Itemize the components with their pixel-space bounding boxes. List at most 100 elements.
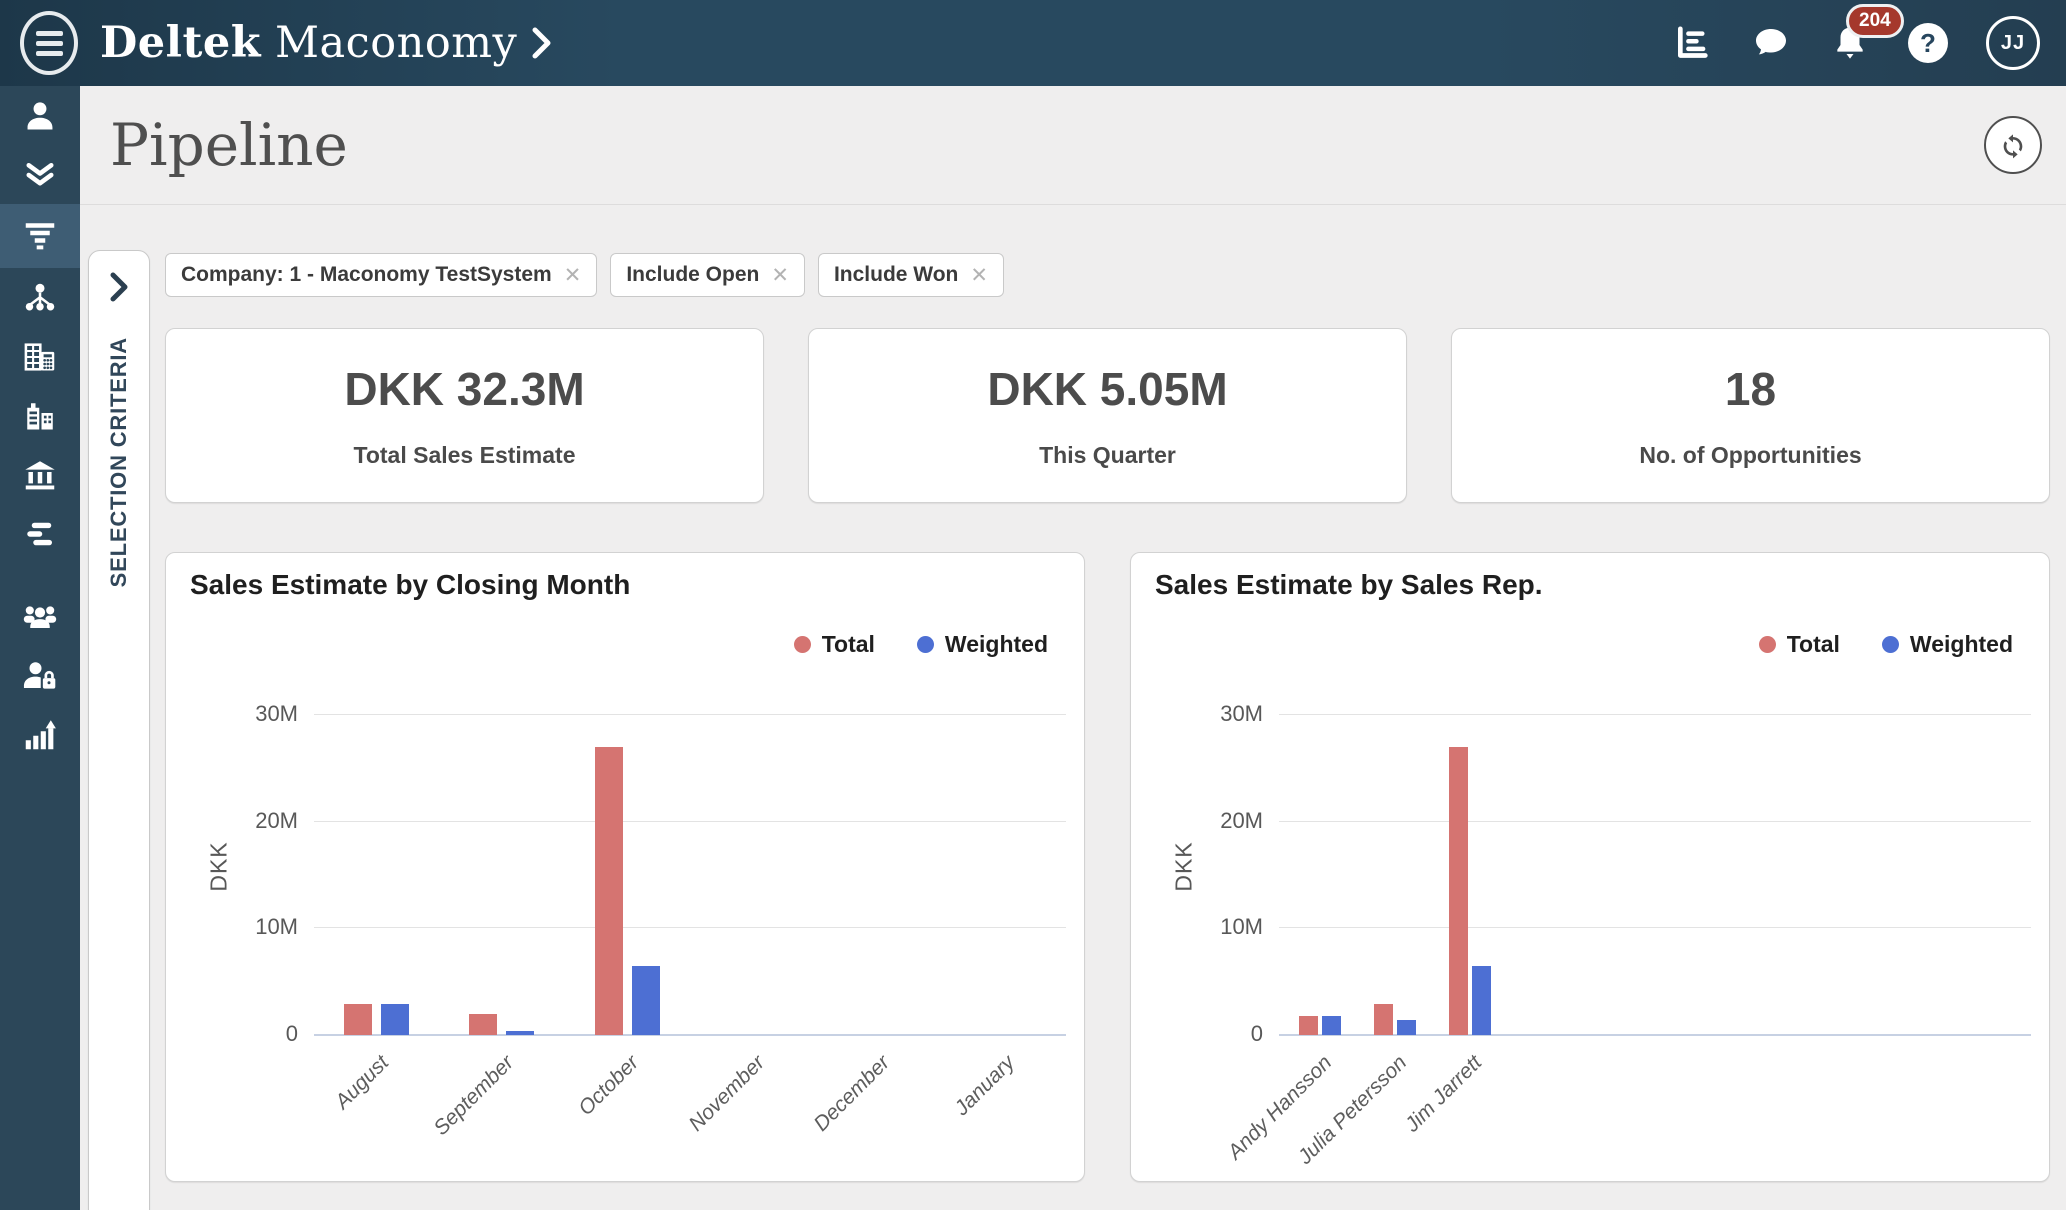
remove-filter-icon[interactable]: ✕ [564,263,582,288]
notification-badge: 204 [1846,4,1904,38]
selection-criteria-panel: SELECTION CRITERIA [88,250,150,1210]
bar-weighted-august[interactable] [381,1004,409,1035]
sidebar [0,86,80,1210]
chip-label: Company: 1 - Maconomy TestSystem [181,263,552,287]
bar-group-august [314,1004,439,1035]
bar-total-julia-petersson[interactable] [1374,1004,1393,1035]
reports-chart-icon[interactable] [1672,23,1712,63]
bar-weighted-october[interactable] [632,966,660,1035]
gridline-20M [1279,821,2031,822]
chevron-right-icon [107,271,131,303]
x-tick-label-november: November [632,1051,769,1182]
bar-total-jim-jarrett[interactable] [1449,747,1468,1035]
brand-primary: Deltek [100,18,261,68]
gridline-30M [1279,714,2031,715]
remove-filter-icon[interactable]: ✕ [970,263,988,288]
legend-label: Total [1787,631,1840,658]
sidebar-item-pipeline-filter[interactable] [0,204,80,268]
sidebar-item-employees[interactable] [0,587,80,646]
y-tick-label: 20M [232,808,298,834]
bar-weighted-september[interactable] [506,1031,534,1035]
sidebar-item-budget[interactable] [0,327,80,386]
topbar-actions: 204 ? JJ [1672,16,2040,70]
kpi-value: 18 [1725,362,1776,416]
growth-chart-icon [22,717,58,753]
page-header: Pipeline [80,86,2066,205]
stacked-bars-icon [22,516,58,552]
sidebar-item-approvals[interactable] [0,145,80,204]
chat-icon[interactable] [1750,23,1792,63]
y-tick-label: 10M [1197,914,1263,940]
remove-filter-icon[interactable]: ✕ [771,263,789,288]
kpi-label: Total Sales Estimate [354,442,576,469]
chip-label: Include Won [834,263,958,287]
y-tick-label: 0 [232,1021,298,1047]
bank-icon [22,457,58,493]
people-icon [22,599,58,635]
bar-group-september [439,1014,564,1035]
y-tick-label: 30M [1197,701,1263,727]
x-tick-label-september: September [382,1051,519,1182]
chart-plot: 010M20M30MAugustSeptemberOctoberNovember… [314,695,1066,1035]
bar-total-october[interactable] [595,747,623,1035]
bar-weighted-jim-jarrett[interactable] [1472,966,1491,1035]
user-avatar[interactable]: JJ [1986,16,2040,70]
sidebar-item-jobs[interactable] [0,504,80,563]
sidebar-item-hierarchy[interactable] [0,268,80,327]
sidebar-item-contacts[interactable] [0,86,80,145]
y-tick-label: 30M [232,701,298,727]
brand-secondary: Maconomy [275,18,517,68]
sidebar-item-company[interactable] [0,386,80,445]
x-tick-label-january: January [883,1051,1020,1182]
x-tick-label-december: December [758,1051,895,1182]
avatar-initials: JJ [2001,32,2025,55]
kpi-card-total-sales: DKK 32.3M Total Sales Estimate [165,328,764,503]
filter-chip-include-open[interactable]: Include Open ✕ [610,253,805,297]
sidebar-item-bank[interactable] [0,445,80,504]
kpi-card-opportunities: 18 No. of Opportunities [1451,328,2050,503]
filter-chip-company[interactable]: Company: 1 - Maconomy TestSystem ✕ [165,253,597,297]
filter-chip-include-won[interactable]: Include Won ✕ [818,253,1004,297]
gridline-20M [314,821,1066,822]
bar-weighted-julia-petersson[interactable] [1397,1020,1416,1035]
chip-label: Include Open [626,263,759,287]
bar-group-julia-petersson [1357,1004,1432,1035]
chart-plot: 010M20M30MAndy HanssonJulia PeterssonJim… [1279,695,2031,1035]
kpi-value: DKK 32.3M [344,362,584,416]
sidebar-item-user-access[interactable] [0,646,80,705]
bar-total-august[interactable] [344,1004,372,1035]
y-tick-label: 10M [232,914,298,940]
sidebar-item-performance[interactable] [0,705,80,764]
charts-row: Sales Estimate by Closing Month TotalWei… [165,552,2050,1182]
refresh-icon [1997,129,2029,161]
hierarchy-icon [22,280,58,316]
gridline-10M [1279,927,2031,928]
chart-title: Sales Estimate by Sales Rep. [1155,569,1543,601]
page-title: Pipeline [110,111,348,179]
y-axis-label: DKK [206,841,233,891]
refresh-button[interactable] [1984,116,2042,174]
hamburger-menu-icon[interactable] [20,11,78,75]
funnel-icon [22,218,58,254]
legend-label: Weighted [945,631,1048,658]
y-tick-label: 0 [1197,1021,1263,1047]
person-lock-icon [22,658,58,694]
bar-weighted-andy-hansson[interactable] [1322,1016,1341,1035]
help-glyph: ? [1920,28,1936,59]
legend-dot-total [1759,636,1776,653]
buildings-icon [22,398,58,434]
notifications-bell-icon[interactable]: 204 [1830,22,1870,64]
brand-logo[interactable]: Deltek Maconomy [100,18,553,68]
gridline-30M [314,714,1066,715]
help-icon[interactable]: ? [1908,23,1948,63]
bar-total-september[interactable] [469,1014,497,1035]
bar-total-andy-hansson[interactable] [1299,1016,1318,1035]
chart-title: Sales Estimate by Closing Month [190,569,630,601]
legend-item-total: Total [1759,631,1840,658]
legend-label: Weighted [1910,631,2013,658]
bar-group-october [565,747,690,1035]
chart-legend: TotalWeighted [794,631,1048,658]
legend-dot-total [794,636,811,653]
legend-dot-weighted [917,636,934,653]
expand-panel-button[interactable] [107,271,131,303]
